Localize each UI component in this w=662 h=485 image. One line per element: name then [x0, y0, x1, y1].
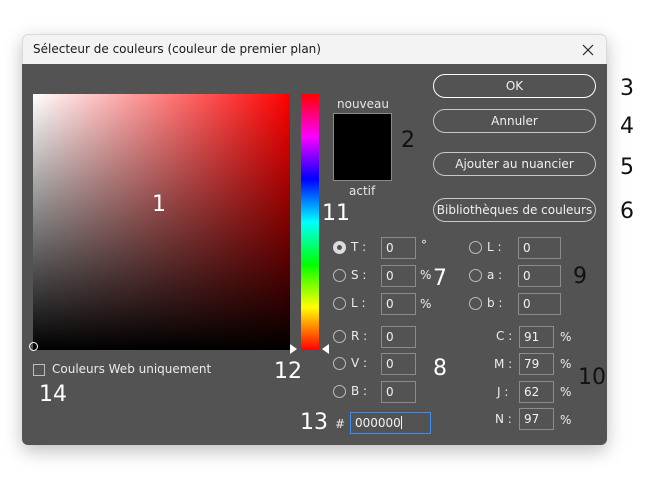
hue-slider-right-arrow[interactable] [322, 344, 329, 354]
cyan-label: C : [496, 329, 513, 343]
radio-lab-a[interactable] [469, 269, 482, 282]
blue-input[interactable]: 0 [381, 381, 416, 403]
radio-hue[interactable] [333, 241, 346, 254]
red-label: R : [351, 329, 368, 343]
close-button[interactable] [576, 38, 600, 62]
cancel-button[interactable]: Annuler [433, 109, 596, 133]
callout-10: 10 [578, 365, 606, 390]
lab-l-label: L : [487, 240, 502, 254]
callout-11: 11 [322, 201, 350, 226]
radio-lightness[interactable] [333, 297, 346, 310]
close-icon [582, 44, 594, 56]
black-input[interactable]: 97 [519, 408, 554, 430]
black-label: N : [495, 412, 512, 426]
saturation-input[interactable]: 0 [381, 265, 416, 287]
new-current-color-swatch [333, 113, 392, 181]
add-to-swatches-button[interactable]: Ajouter au nuancier [433, 152, 596, 176]
hue-label: T : [351, 240, 367, 254]
magenta-input[interactable]: 79 [519, 353, 554, 375]
red-input[interactable]: 0 [381, 326, 416, 348]
cyan-unit: % [560, 330, 572, 344]
window-title: Sélecteur de couleurs (couleur de premie… [33, 42, 321, 56]
lightness-label: L : [351, 296, 366, 310]
hex-label: # [335, 417, 346, 431]
lightness-input[interactable]: 0 [381, 293, 416, 315]
new-color-label: nouveau [337, 97, 389, 111]
callout-12: 12 [274, 359, 302, 384]
blue-label: B : [351, 384, 368, 398]
radio-green[interactable] [333, 357, 346, 370]
yellow-unit: % [560, 385, 572, 399]
callout-8: 8 [433, 356, 447, 381]
callout-1: 1 [152, 192, 166, 217]
radio-lab-l[interactable] [469, 241, 482, 254]
callout-2: 2 [401, 128, 415, 153]
saturation-unit: % [420, 268, 432, 282]
field-picker-marker[interactable] [29, 342, 38, 351]
callout-6: 6 [620, 199, 634, 224]
web-colors-only-label[interactable]: Couleurs Web uniquement [52, 362, 211, 376]
lab-l-input[interactable]: 0 [518, 237, 561, 259]
callout-3: 3 [620, 76, 634, 101]
callout-9: 9 [573, 264, 587, 289]
black-unit: % [560, 413, 572, 427]
ok-button[interactable]: OK [433, 74, 596, 98]
title-bar: Sélecteur de couleurs (couleur de premie… [22, 34, 607, 64]
hue-input[interactable]: 0 [381, 237, 416, 259]
callout-7: 7 [433, 266, 447, 291]
yellow-input[interactable]: 62 [519, 381, 554, 403]
magenta-label: M : [494, 357, 513, 371]
callout-14: 14 [39, 382, 67, 407]
lab-a-input[interactable]: 0 [518, 265, 561, 287]
lab-b-label: b : [487, 296, 503, 310]
magenta-unit: % [560, 357, 572, 371]
web-colors-only-checkbox[interactable] [33, 364, 45, 376]
saturation-brightness-field[interactable] [33, 94, 290, 350]
radio-saturation[interactable] [333, 269, 346, 282]
hue-slider-left-arrow[interactable] [290, 344, 297, 354]
radio-red[interactable] [333, 330, 346, 343]
lab-b-input[interactable]: 0 [518, 293, 561, 315]
radio-lab-b[interactable] [469, 297, 482, 310]
hue-unit: ° [421, 238, 427, 252]
lab-a-label: a : [487, 268, 503, 282]
radio-blue[interactable] [333, 385, 346, 398]
hue-slider[interactable] [301, 94, 319, 350]
callout-5: 5 [620, 155, 634, 180]
green-label: V : [351, 356, 368, 370]
green-input[interactable]: 0 [381, 353, 416, 375]
callout-4: 4 [620, 114, 634, 139]
saturation-label: S : [351, 268, 367, 282]
cyan-input[interactable]: 91 [519, 326, 554, 348]
callout-13: 13 [300, 410, 328, 435]
yellow-label: J : [497, 385, 509, 399]
current-color-label: actif [349, 184, 376, 198]
hex-input[interactable]: 000000 [350, 412, 431, 434]
lightness-unit: % [420, 297, 432, 311]
color-libraries-button[interactable]: Bibliothèques de couleurs [433, 198, 596, 222]
